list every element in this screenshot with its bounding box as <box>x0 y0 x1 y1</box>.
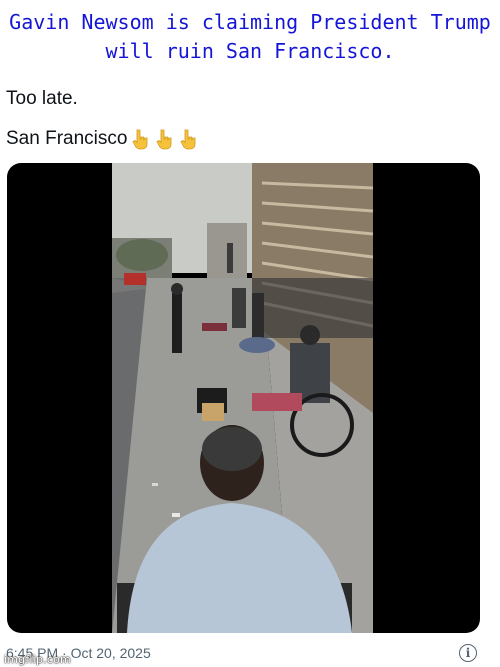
meme-caption: Gavin Newsom is claiming President Trump… <box>9 10 491 63</box>
pointing-down-icon <box>153 128 177 150</box>
emoji-group <box>129 128 201 150</box>
post-text-line2: San Francisco <box>6 128 201 150</box>
post-text-line1: Too late. <box>6 88 78 109</box>
pointing-down-icon <box>177 128 201 150</box>
video-frame[interactable] <box>112 163 373 633</box>
street-scene-image <box>112 163 373 633</box>
pointing-down-icon <box>129 128 153 150</box>
info-icon[interactable]: i <box>459 644 477 662</box>
imgflip-watermark: imgflip.com <box>4 653 71 666</box>
post-footer: 6:45 PM · Oct 20, 2025 imgflip.com i <box>0 644 500 667</box>
post-video[interactable] <box>7 163 480 633</box>
post-location-text: San Francisco <box>6 128 128 149</box>
